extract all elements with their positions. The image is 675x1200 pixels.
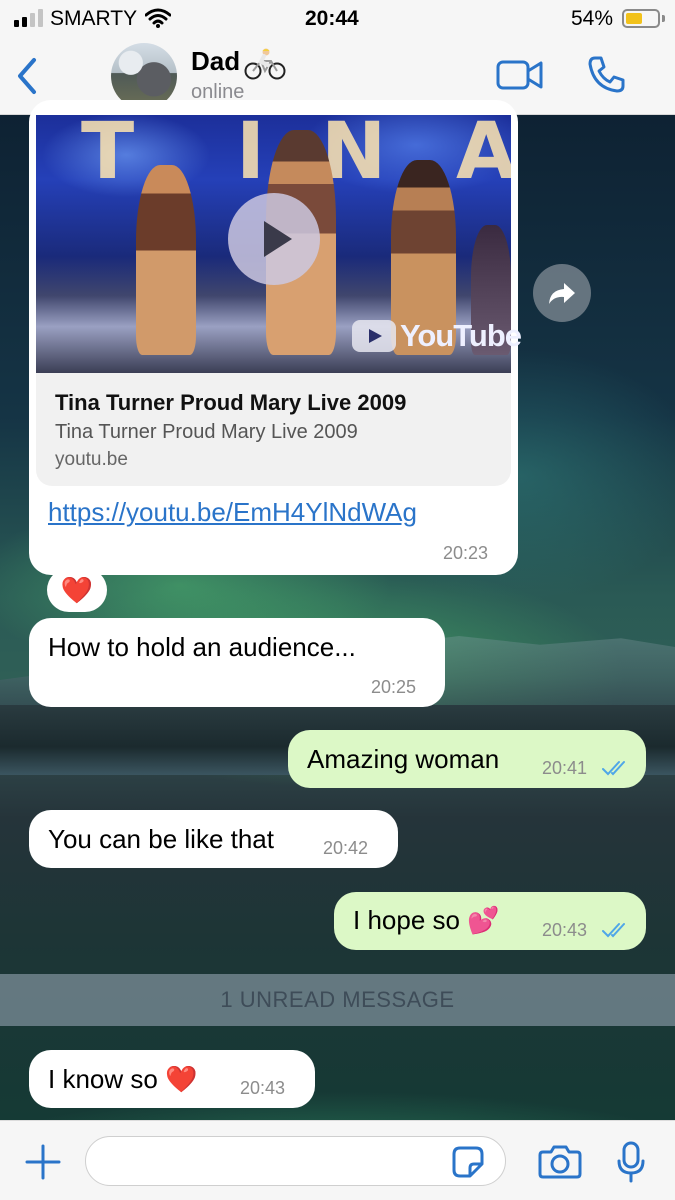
sticker-icon bbox=[452, 1146, 484, 1178]
microphone-button[interactable] bbox=[616, 1141, 646, 1188]
message-time: 20:43 bbox=[542, 920, 588, 940]
message-time: 20:41 bbox=[542, 758, 588, 778]
battery-level bbox=[626, 13, 642, 24]
chevron-left-icon bbox=[18, 58, 36, 94]
message-input[interactable] bbox=[85, 1136, 506, 1186]
message-text: I know so ❤️ bbox=[48, 1064, 198, 1094]
video-call-button[interactable] bbox=[495, 57, 545, 98]
link-url[interactable]: https://youtu.be/EmH4YlNdWAg bbox=[48, 497, 417, 528]
battery-tip bbox=[662, 15, 665, 22]
read-receipt-icon bbox=[602, 760, 630, 781]
forward-button[interactable] bbox=[533, 264, 591, 322]
thumbnail-figure bbox=[136, 165, 196, 355]
back-button[interactable] bbox=[12, 56, 44, 96]
carrier-name: SMARTY bbox=[50, 7, 138, 30]
message-text: How to hold an audience... bbox=[48, 632, 356, 662]
battery-percent: 54% bbox=[571, 7, 614, 30]
status-clock: 20:44 bbox=[305, 7, 359, 30]
microphone-icon bbox=[617, 1141, 645, 1183]
thumbnail-letter: A bbox=[456, 115, 511, 197]
message-time: 20:25 bbox=[371, 677, 417, 697]
link-preview-title: Tina Turner Proud Mary Live 2009 bbox=[55, 390, 407, 415]
message-time: 20:43 bbox=[240, 1078, 286, 1098]
thumbnail-letter: I bbox=[236, 115, 266, 197]
status-bar: SMARTY 20:44 54% bbox=[0, 0, 675, 38]
camera-button[interactable] bbox=[538, 1143, 582, 1184]
cyclist-emoji-icon bbox=[244, 48, 286, 85]
youtube-wordmark: YouTube bbox=[400, 318, 522, 353]
read-receipt-icon bbox=[602, 922, 630, 943]
message-text: You can be like that bbox=[48, 824, 274, 854]
heart-reaction[interactable]: ❤️ bbox=[47, 568, 107, 612]
message-time: 20:42 bbox=[323, 838, 369, 858]
play-button[interactable] bbox=[228, 193, 320, 285]
message-text: I hope so 💕 bbox=[353, 905, 500, 935]
link-preview-description: Tina Turner Proud Mary Live 2009 bbox=[55, 421, 358, 443]
message-composer bbox=[0, 1120, 675, 1200]
thumbnail-letter: T bbox=[81, 115, 135, 197]
plus-icon bbox=[25, 1144, 61, 1180]
battery-icon bbox=[622, 9, 660, 28]
voice-call-button[interactable] bbox=[586, 55, 626, 100]
youtube-logo: YouTube bbox=[352, 318, 522, 354]
video-camera-icon bbox=[496, 60, 543, 90]
wifi-icon bbox=[144, 8, 172, 34]
link-preview-domain: youtu.be bbox=[55, 449, 128, 470]
phone-icon bbox=[588, 56, 625, 93]
youtube-play-icon bbox=[352, 320, 396, 352]
message-time: 20:23 bbox=[443, 543, 489, 563]
forward-arrow-icon bbox=[549, 283, 575, 304]
contact-name[interactable]: Dad bbox=[191, 46, 240, 77]
message-text: Amazing woman bbox=[307, 744, 500, 774]
unread-messages-banner: 1 UNREAD MESSAGE bbox=[0, 974, 675, 1026]
attach-button[interactable] bbox=[24, 1143, 62, 1186]
sticker-button[interactable] bbox=[451, 1145, 485, 1184]
signal-strength-icon bbox=[14, 9, 43, 27]
camera-icon bbox=[538, 1145, 582, 1179]
